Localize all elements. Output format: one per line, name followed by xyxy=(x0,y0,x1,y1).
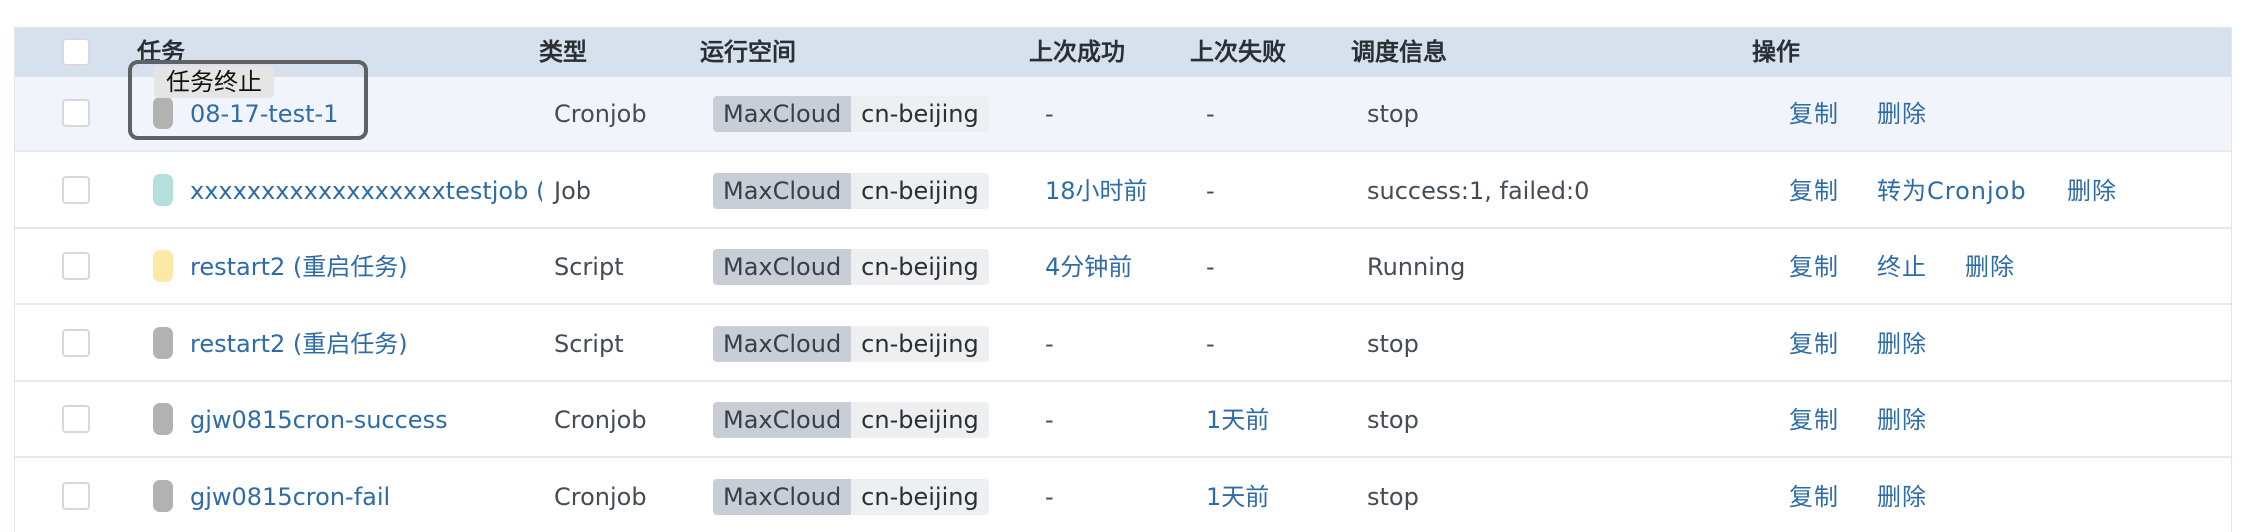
run-space: MaxCloud cn-beijing xyxy=(713,402,989,438)
table-row: restart2 (重启任务) Script MaxCloud cn-beijing 4… xyxy=(15,230,2231,305)
delete-button[interactable]: 删除 xyxy=(2067,176,2117,206)
row-checkbox[interactable] xyxy=(62,175,90,204)
schedule-info: stop xyxy=(1367,329,1419,358)
convert-cronjob-button[interactable]: 转为Cronjob xyxy=(1877,176,2027,206)
run-space: MaxCloud cn-beijing xyxy=(713,325,989,362)
last-success: - xyxy=(1045,100,1054,128)
table-row: restart2 (重启任务) Script MaxCloud cn-beijing -… xyxy=(15,307,2231,382)
task-name-link[interactable]: gjw0815cron-fail xyxy=(190,482,542,512)
copy-button[interactable]: 复制 xyxy=(1789,329,1839,359)
space-tag: MaxCloud xyxy=(713,325,852,362)
header-schedule: 调度信息 xyxy=(1351,38,1447,66)
space-region: cn-beijing xyxy=(851,325,989,362)
delete-button[interactable]: 删除 xyxy=(1877,482,1927,512)
copy-button[interactable]: 复制 xyxy=(1789,252,1839,282)
space-tag: MaxCloud xyxy=(713,172,852,209)
last-failure: - xyxy=(1206,100,1215,128)
space-tag: MaxCloud xyxy=(713,96,852,132)
status-indicator-icon[interactable] xyxy=(153,403,173,435)
status-indicator-icon[interactable] xyxy=(153,173,173,206)
task-type: Job xyxy=(554,176,591,205)
copy-button[interactable]: 复制 xyxy=(1789,176,1839,206)
run-space: MaxCloud cn-beijing xyxy=(713,96,989,132)
stop-button[interactable]: 终止 xyxy=(1877,252,1927,282)
space-tag: MaxCloud xyxy=(713,402,852,438)
row-checkbox[interactable] xyxy=(62,252,90,280)
schedule-info: stop xyxy=(1367,100,1419,128)
task-type: Cronjob xyxy=(554,100,647,128)
task-type: Script xyxy=(554,253,624,281)
copy-button[interactable]: 复制 xyxy=(1789,99,1839,129)
space-tag: MaxCloud xyxy=(713,249,852,285)
last-failure[interactable]: 1天前 xyxy=(1206,405,1269,435)
run-space: MaxCloud cn-beijing xyxy=(713,478,989,515)
table-row: xxxxxxxxxxxxxxxxxxtestjob (一次 Job MaxCloud… xyxy=(15,154,2231,229)
task-name-link[interactable]: restart2 (重启任务) xyxy=(190,252,542,282)
status-indicator-icon[interactable] xyxy=(153,326,173,359)
last-failure: - xyxy=(1206,176,1215,205)
last-success[interactable]: 18小时前 xyxy=(1045,176,1148,206)
schedule-info: success:1, failed:0 xyxy=(1367,176,1590,205)
copy-button[interactable]: 复制 xyxy=(1789,405,1839,435)
task-name-link[interactable]: gjw0815cron-success xyxy=(190,405,542,435)
space-region: cn-beijing xyxy=(851,172,989,209)
status-indicator-icon[interactable] xyxy=(153,479,173,512)
schedule-info: stop xyxy=(1367,482,1419,511)
last-failure[interactable]: 1天前 xyxy=(1206,482,1269,512)
row-checkbox[interactable] xyxy=(62,481,90,510)
space-region: cn-beijing xyxy=(851,249,989,285)
row-checkbox[interactable] xyxy=(62,405,90,433)
run-space: MaxCloud cn-beijing xyxy=(713,249,989,285)
task-name-link[interactable]: xxxxxxxxxxxxxxxxxxtestjob (一次 xyxy=(190,176,542,206)
header-type: 类型 xyxy=(539,38,587,66)
row-checkbox[interactable] xyxy=(62,99,90,127)
task-type: Script xyxy=(554,329,624,358)
status-indicator-icon[interactable] xyxy=(153,250,173,282)
schedule-info: Running xyxy=(1367,253,1466,281)
row-checkbox[interactable] xyxy=(62,328,90,357)
space-tag: MaxCloud xyxy=(713,478,852,515)
last-success: - xyxy=(1045,482,1054,511)
status-tooltip: 任务终止 xyxy=(154,66,274,98)
header-last-failure: 上次失败 xyxy=(1190,38,1286,66)
table-row: gjw0815cron-fail Cronjob MaxCloud cn-beijin… xyxy=(15,460,2231,532)
last-success[interactable]: 4分钟前 xyxy=(1045,252,1132,282)
delete-button[interactable]: 删除 xyxy=(1965,252,2015,282)
run-space: MaxCloud cn-beijing xyxy=(713,172,989,209)
space-region: cn-beijing xyxy=(851,96,989,132)
header-space: 运行空间 xyxy=(700,38,796,66)
last-success: - xyxy=(1045,406,1054,434)
schedule-info: stop xyxy=(1367,406,1419,434)
delete-button[interactable]: 删除 xyxy=(1877,405,1927,435)
task-name-link[interactable]: restart2 (重启任务) xyxy=(190,329,542,359)
table-row: gjw0815cron-success Cronjob MaxCloud cn-bei… xyxy=(15,383,2231,458)
task-type: Cronjob xyxy=(554,406,647,434)
space-region: cn-beijing xyxy=(851,402,989,438)
space-region: cn-beijing xyxy=(851,478,989,515)
select-all-checkbox[interactable] xyxy=(62,38,90,66)
delete-button[interactable]: 删除 xyxy=(1877,329,1927,359)
task-type: Cronjob xyxy=(554,482,647,511)
copy-button[interactable]: 复制 xyxy=(1789,482,1839,512)
last-success: - xyxy=(1045,329,1054,358)
delete-button[interactable]: 删除 xyxy=(1877,99,1927,129)
header-last-success: 上次成功 xyxy=(1029,38,1125,66)
last-failure: - xyxy=(1206,253,1215,281)
last-failure: - xyxy=(1206,329,1215,358)
header-actions: 操作 xyxy=(1752,38,1800,66)
